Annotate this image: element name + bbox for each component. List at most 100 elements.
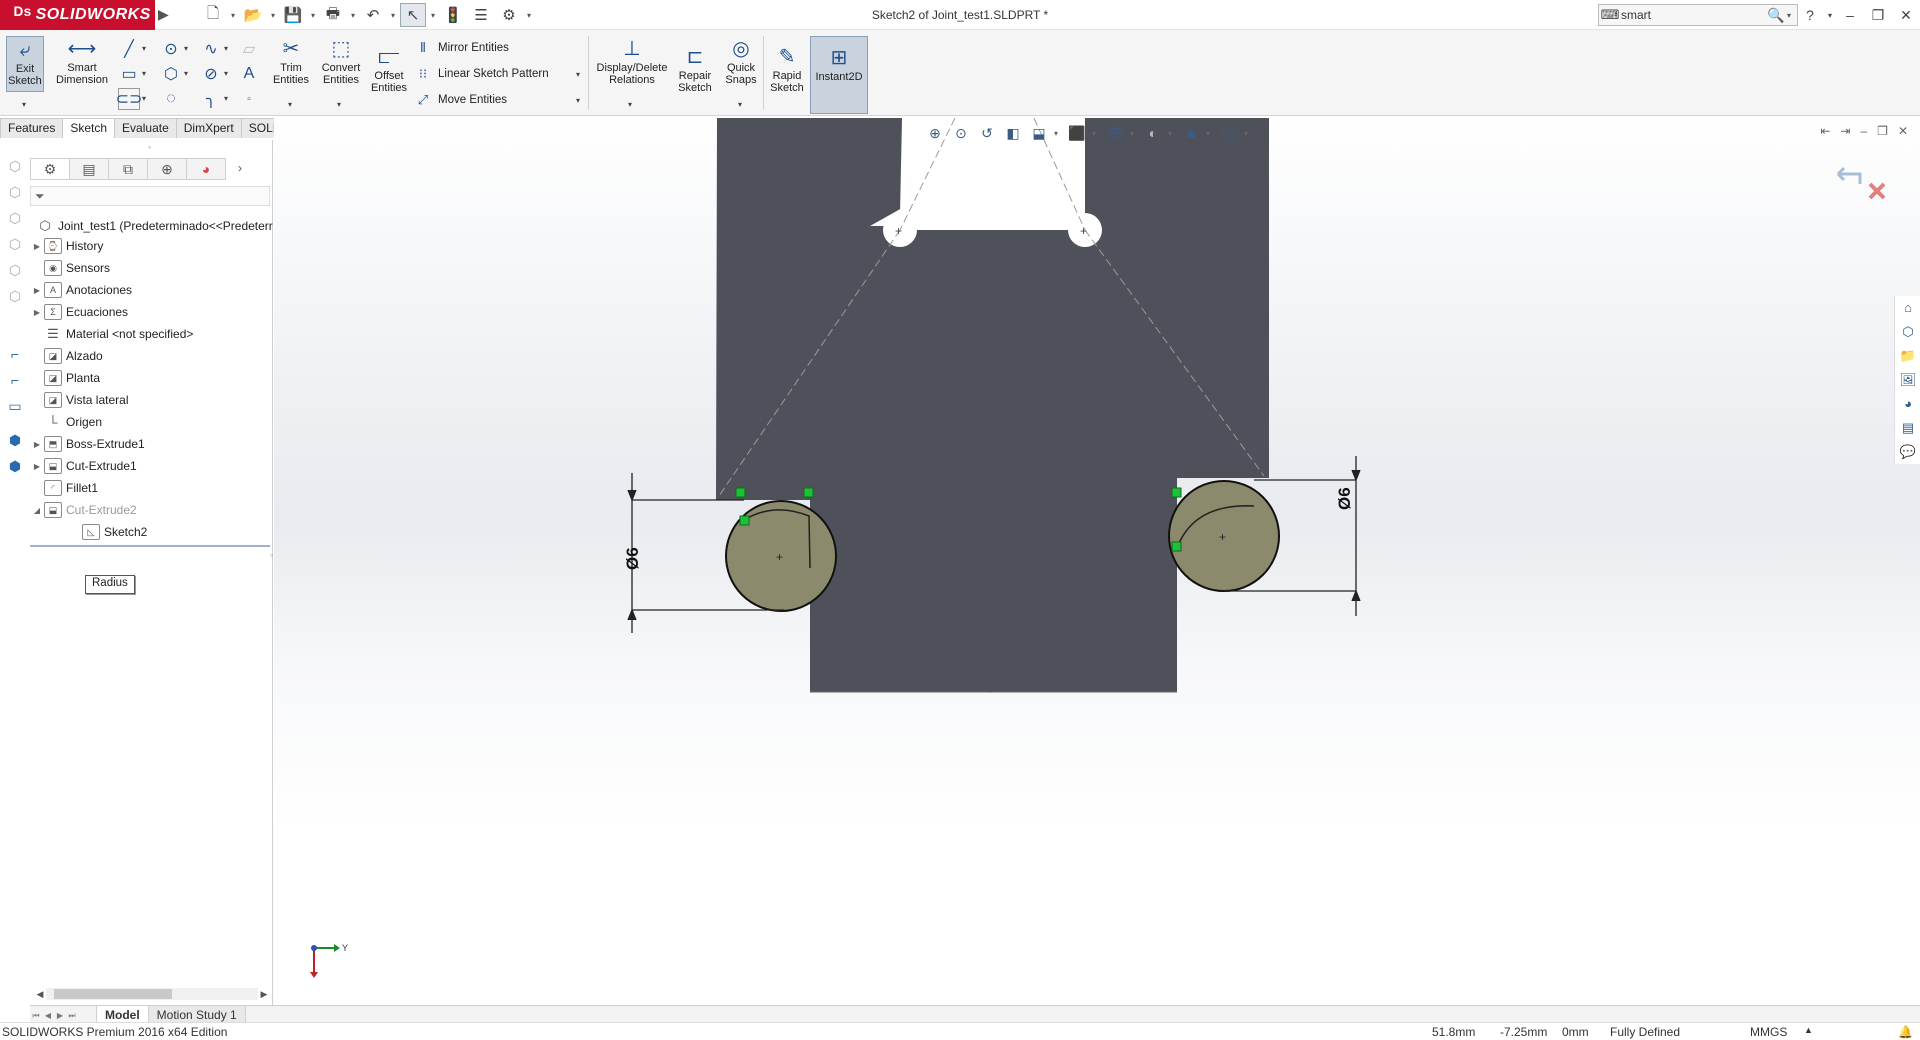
scroll-track[interactable] — [46, 988, 258, 1000]
viewport-restore-icon[interactable]: ❐ — [1877, 124, 1888, 138]
line-dropdown-icon[interactable]: ▾ — [142, 44, 146, 53]
text-tool-icon[interactable]: A — [238, 63, 260, 85]
expand-arrow-icon[interactable]: ▶ — [30, 462, 44, 471]
view-settings-icon[interactable]: 🖵 — [1218, 122, 1240, 144]
tree-item[interactable]: ◉ Sensors — [30, 258, 110, 278]
home-icon[interactable]: ⌂ — [1899, 300, 1917, 318]
unit-system[interactable]: MMGS — [1750, 1025, 1787, 1039]
scroll-thumb[interactable] — [54, 989, 172, 999]
viewport-minimize-icon[interactable]: – — [1860, 124, 1867, 138]
undo-icon[interactable]: ↶ — [360, 3, 386, 27]
new-document-icon[interactable]: 🗋 — [200, 3, 226, 27]
last-tab-icon[interactable]: ⏭ — [66, 1011, 78, 1021]
tree-item[interactable]: ◢ ⬓ Cut-Extrude2 — [30, 500, 137, 520]
relation-marker-icon[interactable] — [803, 487, 814, 498]
tab-property-manager[interactable]: ▤ — [69, 158, 109, 180]
linear-sketch-pattern-button[interactable]: ⁝⁝ Linear Sketch Pattern — [414, 66, 549, 82]
exit-sketch-dropdown-icon[interactable]: ▾ — [22, 100, 26, 109]
viewport-close-icon[interactable]: ✕ — [1898, 124, 1908, 138]
tab-dimxpert-manager[interactable]: ⊕ — [147, 158, 187, 180]
ellipse-dropdown-icon[interactable]: ▾ — [224, 69, 228, 78]
slot-dropdown-icon[interactable]: ▾ — [142, 94, 146, 103]
tree-item[interactable]: ▶ ⌚ History — [30, 236, 103, 256]
move-entities-button[interactable]: ⤢ Move Entities — [414, 92, 507, 108]
scene-dropdown-icon[interactable]: ▾ — [1206, 129, 1214, 138]
view-settings-dropdown-icon[interactable]: ▾ — [1244, 129, 1252, 138]
new-dropdown-icon[interactable]: ▾ — [228, 11, 238, 20]
dimension-left-text[interactable]: Ø6 — [623, 547, 642, 570]
display-style-icon[interactable]: ⬛ — [1066, 122, 1088, 144]
scroll-right-icon[interactable]: ▶ — [258, 989, 270, 1000]
tree-item[interactable]: ◜ Fillet1 — [30, 478, 98, 498]
mirror-entities-button[interactable]: ⫴ Mirror Entities — [414, 40, 509, 56]
save-dropdown-icon[interactable]: ▾ — [308, 11, 318, 20]
rapid-sketch-button[interactable]: ✎ Rapid Sketch — [766, 44, 808, 94]
zoom-to-area-icon[interactable]: ⊙ — [950, 122, 972, 144]
quick-snaps-dropdown-icon[interactable]: ▾ — [738, 100, 742, 109]
edit-appearance-icon[interactable]: ◐ — [1142, 122, 1164, 144]
appearances-icon[interactable]: ◕ — [1899, 396, 1917, 414]
expand-arrow-icon[interactable]: ▶ — [30, 440, 44, 449]
close-icon[interactable]: ✕ — [1892, 7, 1920, 24]
section-view-icon[interactable]: ◧ — [1002, 122, 1024, 144]
tree-item[interactable]: └ Origen — [30, 412, 102, 432]
options-dropdown-icon[interactable]: ▾ — [524, 11, 534, 20]
first-tab-icon[interactable]: ⏮ — [30, 1011, 42, 1021]
options-gear-icon[interactable]: ⚙ — [496, 3, 522, 27]
circle-tool-icon[interactable]: ⊙ — [160, 38, 182, 60]
line-tool-icon[interactable]: ╱ — [118, 38, 140, 60]
print-dropdown-icon[interactable]: ▾ — [348, 11, 358, 20]
circle-dropdown-icon[interactable]: ▾ — [184, 44, 188, 53]
cancel-sketch-corner-icon[interactable] — [1868, 182, 1886, 200]
convert-dropdown-icon[interactable]: ▾ — [337, 100, 341, 109]
part-icon[interactable]: ⬡ — [6, 288, 24, 306]
part-icon[interactable]: ⬡ — [6, 184, 24, 202]
part-icon[interactable]: ⬡ — [6, 236, 24, 254]
tab-features[interactable]: Features — [0, 118, 64, 138]
tree-filter[interactable]: ⏷ — [30, 186, 270, 206]
collapse-arrow-icon[interactable]: ◢ — [30, 506, 44, 515]
search-box[interactable]: ⌨ 🔍▾ — [1598, 4, 1798, 26]
display-style-dropdown-icon[interactable]: ▾ — [1092, 129, 1100, 138]
scroll-left-icon[interactable]: ◀ — [34, 989, 46, 1000]
solidworks-logo[interactable]: ᴰˢ SOLIDWORKS — [0, 0, 155, 30]
tree-item[interactable]: ▶ Σ Ecuaciones — [30, 302, 128, 322]
forum-icon[interactable]: 💬 — [1899, 444, 1917, 462]
tree-item[interactable]: ◪ Planta — [30, 368, 100, 388]
tree-item[interactable]: ▶ ⬒ Boss-Extrude1 — [30, 434, 145, 454]
smart-dimension-button[interactable]: ⟷ Smart Dimension — [52, 36, 112, 86]
spline-dropdown-icon[interactable]: ▾ — [224, 44, 228, 53]
exit-sketch-corner-icon[interactable] — [1836, 166, 1862, 184]
tab-display-manager[interactable]: ◕ — [186, 158, 226, 180]
ellipse-tool-icon[interactable]: ⊘ — [200, 63, 222, 85]
tab-feature-manager[interactable]: ⚙ — [30, 158, 70, 180]
unit-system-dropdown-icon[interactable]: ▲ — [1804, 1025, 1813, 1035]
notification-bell-icon[interactable]: 🔔 — [1898, 1025, 1913, 1039]
viewport-tile-left-icon[interactable]: ⇤ — [1820, 124, 1830, 138]
relation-marker-icon[interactable] — [739, 515, 750, 526]
prev-tab-icon[interactable]: ◀ — [42, 1011, 54, 1020]
appearance-dropdown-icon[interactable]: ▾ — [1168, 129, 1176, 138]
relation-marker-icon[interactable] — [1171, 541, 1182, 552]
display-delete-relations-button[interactable]: ⊥ Display/Delete Relations — [592, 36, 672, 86]
select-dropdown-icon[interactable]: ▾ — [428, 11, 438, 20]
panel-expand-arrow-icon[interactable]: › — [225, 158, 255, 180]
sketch-corner-icon[interactable]: ⌐ — [6, 346, 24, 364]
custom-properties-icon[interactable]: ▤ — [1899, 420, 1917, 438]
scene-icon[interactable]: ⛰ — [1180, 122, 1202, 144]
tree-horizontal-scrollbar[interactable]: ◀ ▶ — [34, 986, 270, 1002]
rectangle-dropdown-icon[interactable]: ▾ — [142, 69, 146, 78]
part-icon[interactable]: ⬡ — [6, 262, 24, 280]
tab-configuration-manager[interactable]: ⧉ — [108, 158, 148, 180]
exit-sketch-button[interactable]: ⤶ Exit Sketch — [6, 36, 44, 92]
trim-dropdown-icon[interactable]: ▾ — [288, 100, 292, 109]
tree-item[interactable]: ☰ Material <not specified> — [30, 324, 193, 344]
hide-show-items-icon[interactable]: 👁 — [1104, 122, 1126, 144]
relation-marker-icon[interactable] — [1171, 487, 1182, 498]
spline-tool-icon[interactable]: ∿ — [200, 38, 222, 60]
resources-icon[interactable]: ⬡ — [1899, 324, 1917, 342]
quick-snaps-button[interactable]: ◎ Quick Snaps — [720, 36, 762, 86]
graphics-area[interactable]: + + + + Ø6 Ø6 * ⊕ ⊙ ↺ ◧ ⬓ ▾ ⬛ ▾ 👁 ▾ ◐ ▾ … — [274, 118, 1920, 1005]
tab-evaluate[interactable]: Evaluate — [114, 118, 177, 138]
tree-item[interactable]: ◺ Sketch2 — [68, 522, 147, 542]
